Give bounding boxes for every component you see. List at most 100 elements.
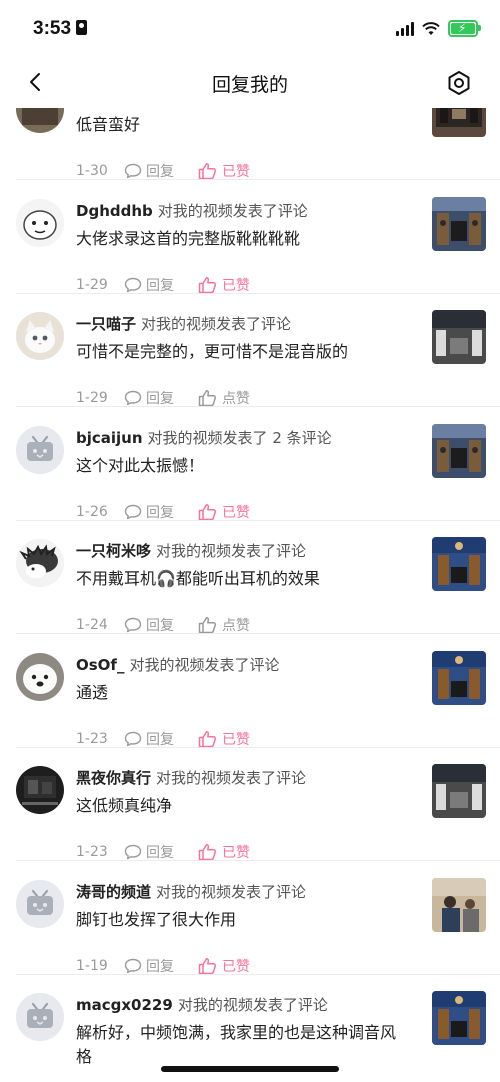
comment-header: 一只柯米哆 对我的视频发表了评论	[76, 540, 306, 561]
comment-text[interactable]: 不用戴耳机🎧都能听出耳机的效果	[76, 567, 406, 591]
comment-meta: 1-23 回复 已赞	[76, 842, 250, 862]
comment-text[interactable]: 这低频真纯净	[76, 794, 406, 818]
status-icons: ⚡	[396, 20, 481, 37]
reply-icon	[124, 504, 142, 519]
comment-action: 对我的视频发表了评论	[129, 655, 280, 674]
like-button[interactable]: 已赞	[198, 275, 250, 295]
home-indicator[interactable]	[161, 1066, 339, 1072]
status-time: 3:53	[33, 18, 88, 40]
settings-icon[interactable]	[446, 70, 472, 96]
like-icon	[198, 730, 217, 747]
comment-item[interactable]: 涛哥的频道 对我的视频发表了评论 脚钉也发挥了很大作用 1-19 回复 已赞	[0, 862, 500, 975]
like-icon	[198, 390, 217, 407]
reply-button[interactable]: 回复	[124, 502, 174, 522]
reply-button[interactable]: 回复	[124, 729, 174, 749]
comment-item[interactable]: 荆荆极度王亚竞万对我的视频发表了评论 低音蛮好 1-30 回复 已赞	[0, 96, 500, 180]
comment-meta: 1-23 回复 已赞	[76, 729, 250, 749]
nav-bar: 回复我的	[0, 58, 500, 108]
reply-icon	[124, 958, 142, 973]
video-thumbnail[interactable]	[432, 991, 486, 1045]
battery-icon: ⚡	[448, 20, 481, 37]
reply-label: 回复	[146, 504, 174, 521]
video-thumbnail[interactable]	[432, 650, 486, 705]
reply-label: 回复	[146, 164, 174, 180]
username[interactable]: 涛哥的频道	[76, 883, 151, 901]
reply-button[interactable]: 回复	[124, 388, 174, 408]
comment-item[interactable]: OsOf_ 对我的视频发表了评论 通透 1-23 回复 已赞	[0, 635, 500, 748]
video-thumbnail[interactable]	[432, 764, 486, 818]
comment-text[interactable]: 这个对此太振憾！	[76, 454, 406, 478]
reply-label: 回复	[146, 277, 174, 294]
comment-meta: 1-26 回复 已赞	[76, 502, 250, 522]
comment-item[interactable]: 黑夜你真行 对我的视频发表了评论 这低频真纯净 1-23 回复 已赞	[0, 748, 500, 861]
video-thumbnail[interactable]	[432, 196, 486, 251]
comment-action: 对我的视频发表了 2 条评论	[147, 428, 332, 447]
avatar[interactable]	[16, 993, 64, 1041]
comment-date: 1-26	[76, 503, 108, 520]
like-label: 已赞	[222, 504, 250, 521]
comment-item[interactable]: 一只柯米哆 对我的视频发表了评论 不用戴耳机🎧都能听出耳机的效果 1-24 回复 …	[0, 521, 500, 634]
comment-action: 对我的视频发表了评论	[141, 315, 292, 333]
comment-item[interactable]: Dghddhb 对我的视频发表了评论 大佬求录这首的完整版靴靴靴靴 1-29 回复…	[0, 181, 500, 294]
username[interactable]: 黑夜你真行	[76, 769, 151, 787]
username[interactable]: OsOf_	[76, 656, 124, 674]
username[interactable]: bjcaijun	[76, 429, 143, 447]
comment-header: 一只喵子 对我的视频发表了评论	[76, 313, 291, 334]
avatar[interactable]	[16, 766, 64, 814]
like-icon	[198, 617, 217, 634]
like-button[interactable]: 点赞	[198, 388, 250, 408]
page-title: 回复我的	[211, 74, 288, 96]
avatar[interactable]	[16, 425, 64, 474]
like-button[interactable]: 已赞	[198, 956, 250, 976]
comment-meta: 1-19 回复 已赞	[76, 956, 250, 976]
avatar[interactable]	[16, 539, 64, 587]
avatar[interactable]	[16, 198, 64, 247]
avatar[interactable]	[16, 312, 64, 360]
video-thumbnail[interactable]	[432, 423, 486, 478]
like-button[interactable]: 已赞	[198, 161, 250, 181]
avatar[interactable]	[16, 879, 64, 928]
like-label: 点赞	[222, 618, 250, 634]
comment-header: 涛哥的频道 对我的视频发表了评论	[76, 881, 306, 902]
reply-label: 回复	[146, 731, 174, 748]
comment-action: 对我的视频发表了评论	[177, 996, 328, 1014]
username[interactable]: 一只柯米哆	[76, 542, 151, 560]
like-button[interactable]: 已赞	[198, 842, 250, 862]
reply-button[interactable]: 回复	[124, 161, 174, 181]
reply-button[interactable]: 回复	[124, 956, 174, 976]
comment-date: 1-30	[76, 163, 108, 179]
like-button[interactable]: 已赞	[198, 502, 250, 522]
comment-text[interactable]: 可惜不是完整的，更可惜不是混音版的	[76, 340, 406, 364]
comment-date: 1-29	[76, 390, 108, 406]
like-icon	[198, 163, 217, 180]
username[interactable]: 一只喵子	[76, 315, 136, 333]
comment-header: 黑夜你真行 对我的视频发表了评论	[76, 767, 306, 788]
video-thumbnail[interactable]	[432, 877, 486, 932]
reply-button[interactable]: 回复	[124, 275, 174, 295]
reply-button[interactable]: 回复	[124, 842, 174, 862]
comment-item[interactable]: 一只喵子 对我的视频发表了评论 可惜不是完整的，更可惜不是混音版的 1-29 回复…	[0, 294, 500, 407]
comment-text[interactable]: 低音蛮好	[76, 113, 406, 137]
like-button[interactable]: 已赞	[198, 729, 250, 749]
comment-list[interactable]: 荆荆极度王亚竞万对我的视频发表了评论 低音蛮好 1-30 回复 已赞 Dghdd…	[0, 96, 500, 1082]
like-icon	[198, 276, 217, 293]
comment-action: 对我的视频发表了评论	[157, 201, 308, 220]
comment-text[interactable]: 通透	[76, 681, 406, 705]
like-icon	[198, 503, 217, 520]
video-thumbnail[interactable]	[432, 310, 486, 364]
like-button[interactable]: 点赞	[198, 615, 250, 635]
comment-date: 1-19	[76, 957, 108, 974]
comment-meta: 1-29 回复 点赞	[76, 388, 250, 408]
comment-text[interactable]: 大佬求录这首的完整版靴靴靴靴	[76, 227, 406, 251]
like-icon	[198, 957, 217, 974]
reply-icon	[124, 163, 142, 179]
video-thumbnail[interactable]	[432, 537, 486, 591]
comment-item[interactable]: bjcaijun 对我的视频发表了 2 条评论 这个对此太振憾！ 1-26 回复 …	[0, 408, 500, 521]
reply-button[interactable]: 回复	[124, 615, 174, 635]
username[interactable]: macgx0229	[76, 996, 173, 1014]
avatar[interactable]	[16, 652, 64, 701]
comment-text[interactable]: 脚钉也发挥了很大作用	[76, 908, 406, 932]
username[interactable]: Dghddhb	[76, 202, 153, 220]
comment-text[interactable]: 解析好，中频饱满，我家里的也是这种调音风格	[76, 1021, 406, 1069]
comment-action: 对我的视频发表了评论	[156, 769, 307, 787]
